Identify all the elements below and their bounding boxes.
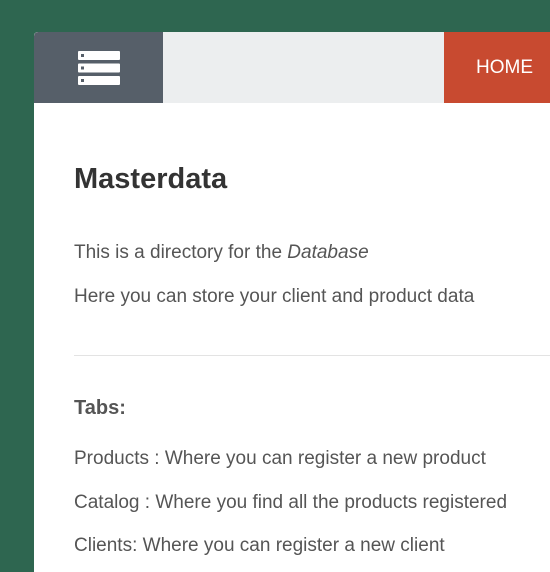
tabs-heading: Tabs: bbox=[74, 397, 126, 419]
section-divider bbox=[74, 355, 550, 356]
top-navbar: HOME bbox=[34, 32, 550, 103]
intro-line-1: This is a directory for the Database bbox=[74, 241, 369, 265]
server-stack-icon bbox=[77, 50, 120, 85]
tab-description-clients: Clients: Where you can register a new cl… bbox=[74, 535, 445, 556]
database-emphasis: Database bbox=[287, 242, 369, 263]
intro-text: This is a directory for the bbox=[74, 242, 288, 263]
tab-description-products: Products : Where you can register a new … bbox=[74, 448, 486, 469]
intro-line-2: Here you can store your client and produ… bbox=[74, 286, 475, 307]
tab-description-catalog: Catalog : Where you find all the product… bbox=[74, 492, 508, 513]
app-window: HOME Masterdata This is a directory for … bbox=[34, 32, 550, 572]
page-title: Masterdata bbox=[74, 163, 228, 195]
menu-button[interactable] bbox=[34, 32, 163, 103]
home-nav-link[interactable]: HOME bbox=[444, 32, 550, 103]
